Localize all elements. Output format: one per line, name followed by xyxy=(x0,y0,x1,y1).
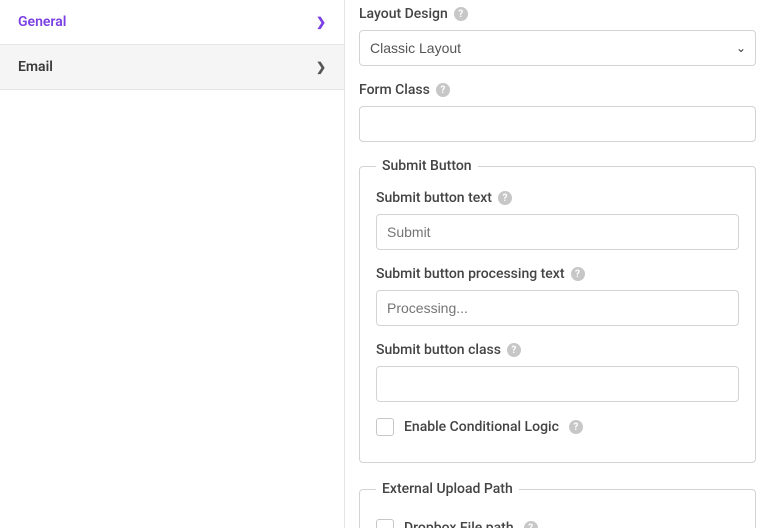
field-submit-processing: Submit button processing text ? xyxy=(376,266,739,326)
layout-design-select[interactable]: Classic Layout xyxy=(359,30,756,66)
submit-button-group: Submit Button Submit button text ? Submi… xyxy=(359,158,756,463)
field-label: Submit button class xyxy=(376,342,501,358)
conditional-logic-checkbox[interactable] xyxy=(376,418,394,436)
field-submit-class: Submit button class ? xyxy=(376,342,739,402)
submit-class-input[interactable] xyxy=(376,366,739,402)
conditional-logic-row: Enable Conditional Logic ? xyxy=(376,418,739,436)
help-icon[interactable]: ? xyxy=(436,83,450,97)
sidebar-item-label: Email xyxy=(18,59,53,75)
field-layout-design: Layout Design ? Classic Layout ⌄ xyxy=(359,6,756,66)
checkbox-label: Dropbox File path xyxy=(404,520,514,528)
help-icon[interactable]: ? xyxy=(507,343,521,357)
group-legend: Submit Button xyxy=(376,158,478,174)
field-submit-text: Submit button text ? xyxy=(376,190,739,250)
field-label: Layout Design xyxy=(359,6,448,22)
chevron-right-icon: ❯ xyxy=(316,60,326,74)
external-upload-group: External Upload Path Dropbox File path ?… xyxy=(359,481,756,528)
sidebar-item-email[interactable]: Email ❯ xyxy=(0,45,344,90)
group-legend: External Upload Path xyxy=(376,481,519,497)
sidebar: General ❯ Email ❯ xyxy=(0,0,345,528)
help-icon[interactable]: ? xyxy=(454,7,468,21)
sidebar-item-general[interactable]: General ❯ xyxy=(0,0,344,45)
help-icon[interactable]: ? xyxy=(571,267,585,281)
field-label: Submit button text xyxy=(376,190,492,206)
dropbox-row: Dropbox File path ? xyxy=(376,519,739,528)
help-icon[interactable]: ? xyxy=(498,191,512,205)
help-icon[interactable]: ? xyxy=(569,420,583,434)
main-panel: Layout Design ? Classic Layout ⌄ Form Cl… xyxy=(345,0,770,528)
help-icon[interactable]: ? xyxy=(524,521,538,528)
checkbox-label: Enable Conditional Logic xyxy=(404,419,559,435)
field-label: Submit button processing text xyxy=(376,266,565,282)
field-form-class: Form Class ? xyxy=(359,82,756,142)
dropbox-checkbox[interactable] xyxy=(376,519,394,528)
field-label: Form Class xyxy=(359,82,430,98)
sidebar-item-label: General xyxy=(18,14,66,30)
chevron-right-icon: ❯ xyxy=(316,15,326,29)
submit-processing-input[interactable] xyxy=(376,290,739,326)
submit-text-input[interactable] xyxy=(376,214,739,250)
form-class-input[interactable] xyxy=(359,106,756,142)
